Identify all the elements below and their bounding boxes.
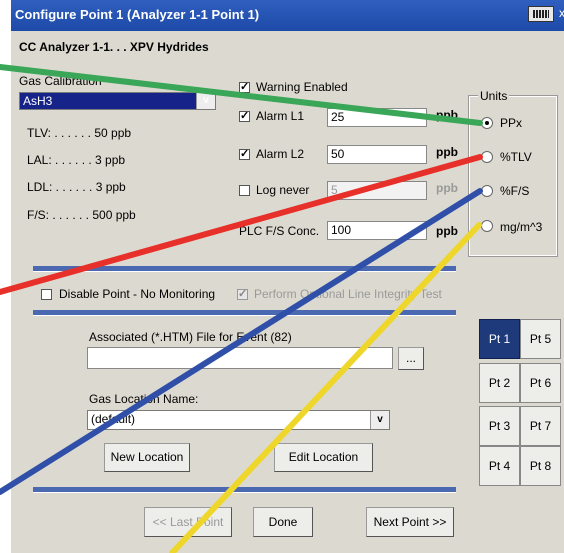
annotation-lines (0, 64, 483, 553)
yellow-pointer-line (169, 222, 482, 553)
red-pointer-line (0, 154, 483, 295)
blue-pointer-line (0, 188, 483, 495)
green-pointer-line (0, 64, 483, 126)
